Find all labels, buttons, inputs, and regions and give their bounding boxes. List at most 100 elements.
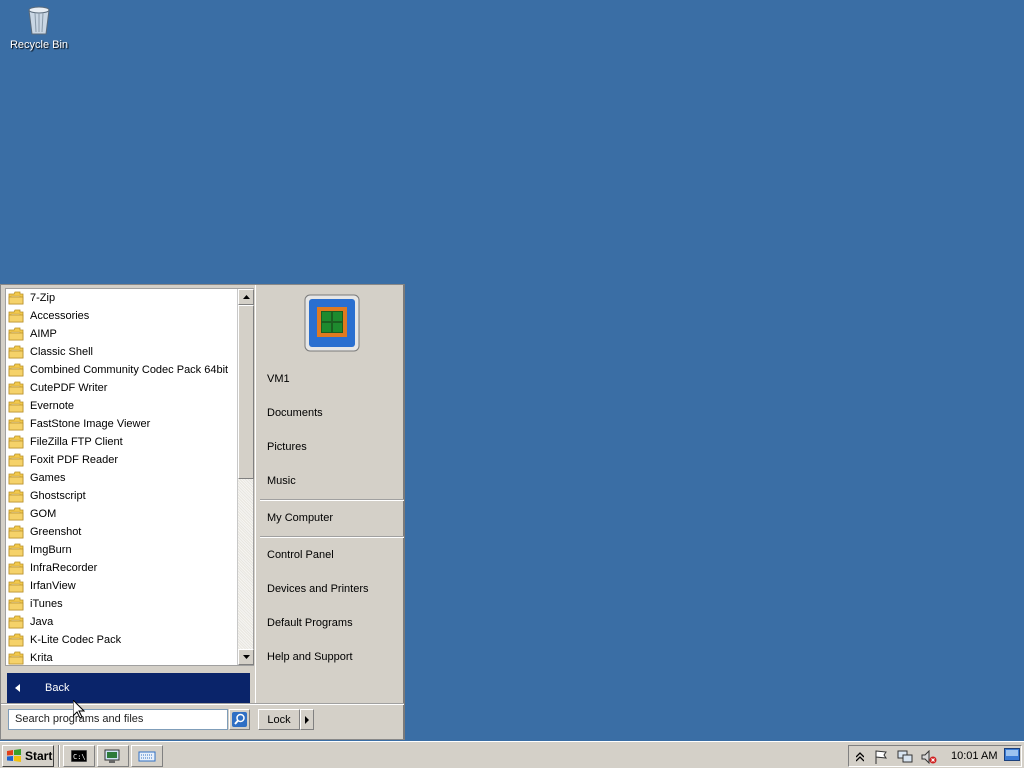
menu-item-user[interactable]: VM1 — [267, 373, 290, 385]
program-folder-label: Ghostscript — [30, 490, 86, 502]
folder-icon — [8, 651, 24, 665]
program-folder-item[interactable]: Combined Community Codec Pack 64bit — [6, 361, 238, 379]
back-label: Back — [45, 682, 70, 694]
menu-item-documents[interactable]: Documents — [267, 407, 323, 419]
program-folder-item[interactable]: Classic Shell — [6, 343, 238, 361]
program-folder-item[interactable]: K-Lite Codec Pack — [6, 631, 238, 649]
program-folder-label: Accessories — [30, 310, 90, 322]
program-folder-label: Evernote — [30, 400, 75, 412]
program-folder-label: FastStone Image Viewer — [30, 418, 151, 430]
folder-icon — [8, 561, 24, 575]
program-folder-item[interactable]: FileZilla FTP Client — [6, 433, 238, 451]
program-folder-item[interactable]: InfraRecorder — [6, 559, 238, 577]
menu-separator — [260, 536, 404, 538]
folder-icon — [8, 453, 24, 467]
search-icon — [232, 712, 247, 727]
quick-launch-computer[interactable] — [97, 745, 129, 767]
program-folder-label: Combined Community Codec Pack 64bit — [30, 364, 229, 376]
folder-icon — [8, 399, 24, 413]
program-folder-label: 7-Zip — [30, 292, 56, 304]
program-folder-item[interactable]: Evernote — [6, 397, 238, 415]
program-folder-item[interactable]: GOM — [6, 505, 238, 523]
start-menu-bottom-divider — [1, 703, 404, 705]
folder-icon — [8, 327, 24, 341]
start-label: Start — [25, 749, 53, 763]
program-folder-item[interactable]: AIMP — [6, 325, 238, 343]
recycle-bin-icon — [28, 6, 50, 35]
menu-separator — [260, 499, 404, 501]
program-folder-label: AIMP — [30, 328, 57, 340]
program-folder-item[interactable]: Ghostscript — [6, 487, 238, 505]
arrow-down-icon — [242, 655, 250, 659]
program-folder-item[interactable]: IrfanView — [6, 577, 238, 595]
menu-item-music[interactable]: Music — [267, 475, 296, 487]
folder-icon — [8, 291, 24, 305]
quick-launch-keyboard[interactable] — [131, 745, 163, 767]
menu-item-help-support[interactable]: Help and Support — [267, 651, 353, 663]
program-folder-item[interactable]: CutePDF Writer — [6, 379, 238, 397]
programs-scrollbar[interactable] — [237, 289, 254, 665]
search-input[interactable]: Search programs and files — [8, 709, 228, 730]
program-folder-item[interactable]: Krita — [6, 649, 238, 665]
program-folder-item[interactable]: Java — [6, 613, 238, 631]
show-desktop-button[interactable] — [1004, 748, 1020, 765]
program-folder-label: ImgBurn — [30, 544, 72, 556]
menu-item-default-programs[interactable]: Default Programs — [267, 617, 353, 629]
menu-item-control-panel[interactable]: Control Panel — [267, 549, 334, 561]
program-folder-label: GOM — [30, 508, 57, 520]
program-folder-label: Greenshot — [30, 526, 82, 538]
scroll-thumb[interactable] — [238, 305, 254, 479]
program-folder-item[interactable]: Foxit PDF Reader — [6, 451, 238, 469]
program-folder-label: Java — [30, 616, 54, 628]
desktop-icon-recycle-bin[interactable]: Recycle Bin — [6, 4, 72, 51]
folder-icon — [8, 597, 24, 611]
taskbar-separator — [58, 745, 60, 767]
program-folder-label: Classic Shell — [30, 346, 93, 358]
lock-button[interactable]: Lock — [258, 709, 300, 730]
svg-text:C:\: C:\ — [73, 753, 86, 761]
program-folder-label: K-Lite Codec Pack — [30, 634, 122, 646]
folder-icon — [8, 615, 24, 629]
folder-icon — [8, 579, 24, 593]
folder-icon — [8, 543, 24, 557]
folder-icon — [8, 507, 24, 521]
folder-icon — [8, 309, 24, 323]
system-tray: 10:01 AM — [848, 745, 1022, 767]
folder-icon — [8, 435, 24, 449]
lock-options-button[interactable] — [300, 709, 314, 730]
network-icon[interactable] — [897, 749, 913, 765]
program-folder-label: Krita — [30, 652, 53, 664]
folder-icon — [8, 381, 24, 395]
folder-icon — [8, 525, 24, 539]
back-button[interactable]: Back — [7, 673, 250, 703]
keyboard-icon — [138, 751, 156, 762]
volume-muted-icon[interactable] — [921, 749, 937, 765]
flag-icon[interactable] — [873, 749, 889, 765]
menu-item-my-computer[interactable]: My Computer — [267, 512, 333, 524]
menu-item-devices-printers[interactable]: Devices and Printers — [267, 583, 369, 595]
chevron-right-icon — [305, 715, 309, 724]
search-button[interactable] — [229, 709, 250, 730]
program-folder-item[interactable]: Greenshot — [6, 523, 238, 541]
program-folder-item[interactable]: ImgBurn — [6, 541, 238, 559]
menu-item-pictures[interactable]: Pictures — [267, 441, 307, 453]
program-folder-label: Games — [30, 472, 66, 484]
desktop-icon-label: Recycle Bin — [9, 39, 69, 51]
user-picture[interactable] — [304, 294, 360, 352]
folder-icon — [8, 417, 24, 431]
show-hidden-icon[interactable] — [852, 749, 868, 765]
program-folder-label: Foxit PDF Reader — [30, 454, 119, 466]
start-button[interactable]: Start — [2, 745, 54, 767]
program-folder-item[interactable]: Accessories — [6, 307, 238, 325]
user-picture-icon — [304, 294, 360, 352]
program-folder-item[interactable]: FastStone Image Viewer — [6, 415, 238, 433]
program-folder-item[interactable]: 7-Zip — [6, 289, 238, 307]
clock[interactable]: 10:01 AM — [951, 750, 997, 762]
program-folder-item[interactable]: Games — [6, 469, 238, 487]
program-folder-label: FileZilla FTP Client — [30, 436, 123, 448]
scroll-down-button[interactable] — [238, 649, 254, 665]
quick-launch-cmd[interactable]: C:\ — [63, 745, 95, 767]
taskbar: Start C:\ 10:01 AM — [0, 741, 1024, 768]
program-folder-item[interactable]: iTunes — [6, 595, 238, 613]
scroll-up-button[interactable] — [238, 289, 254, 305]
